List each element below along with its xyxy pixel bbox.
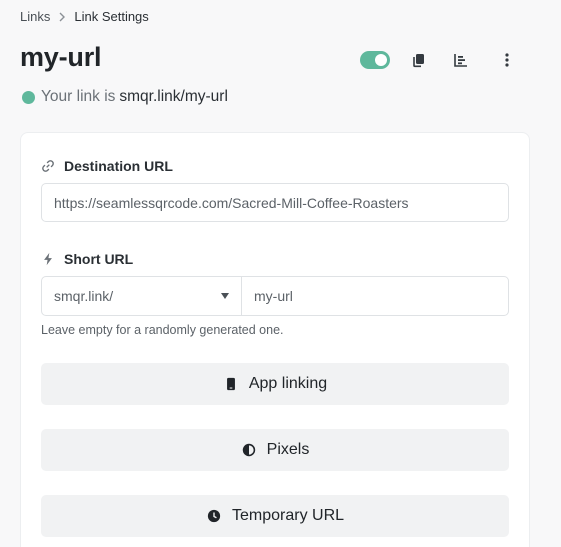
clock-icon <box>206 508 222 524</box>
adjust-contrast-icon <box>241 442 257 458</box>
bolt-icon <box>41 251 57 267</box>
bar-chart-icon[interactable] <box>450 49 472 71</box>
page-title: my-url <box>20 42 102 72</box>
domain-select[interactable]: smqr.link/ <box>42 277 242 315</box>
link-status: Your link is smqr.link/my-url <box>22 88 228 106</box>
short-url-input[interactable]: my-url <box>242 277 508 315</box>
pixels-label: Pixels <box>266 441 310 458</box>
chevron-right-icon <box>50 12 74 22</box>
temporary-url-label: Temporary URL <box>231 507 345 524</box>
vertical-dots-icon[interactable] <box>496 49 518 71</box>
link-icon <box>41 158 57 174</box>
app-linking-button[interactable]: App linking <box>41 363 509 405</box>
destination-label: Destination URL <box>41 158 173 174</box>
domain-select-value: smqr.link/ <box>54 288 114 304</box>
copy-icon[interactable] <box>408 49 430 71</box>
link-enabled-toggle[interactable] <box>360 51 390 69</box>
toggle-knob <box>375 54 387 66</box>
breadcrumb-current: Link Settings <box>74 9 149 24</box>
short-url-hint: Leave empty for a randomly generated one… <box>41 323 284 337</box>
header-actions <box>360 51 509 69</box>
short-url-row: smqr.link/ my-url <box>41 276 509 316</box>
status-url: smqr.link/my-url <box>119 88 228 105</box>
status-prefix: Your link is <box>41 88 116 105</box>
short-url-label-text: Short URL <box>64 251 134 267</box>
breadcrumb: Links Link Settings <box>20 9 149 24</box>
temporary-url-button[interactable]: Temporary URL <box>41 495 509 537</box>
mobile-phone-icon <box>223 376 239 392</box>
short-url-label: Short URL <box>41 251 133 267</box>
link-settings-page: Links Link Settings my-url Your link is … <box>0 0 561 547</box>
chevron-down-icon <box>221 293 229 299</box>
settings-card: Destination URL https://seamlessqrcode.c… <box>20 132 530 547</box>
status-dot <box>22 90 35 104</box>
pixels-button[interactable]: Pixels <box>41 429 509 471</box>
destination-label-text: Destination URL <box>64 158 173 174</box>
breadcrumb-links[interactable]: Links <box>20 9 50 24</box>
destination-url-input[interactable]: https://seamlessqrcode.com/Sacred-Mill-C… <box>41 183 509 222</box>
app-linking-label: App linking <box>248 375 328 392</box>
